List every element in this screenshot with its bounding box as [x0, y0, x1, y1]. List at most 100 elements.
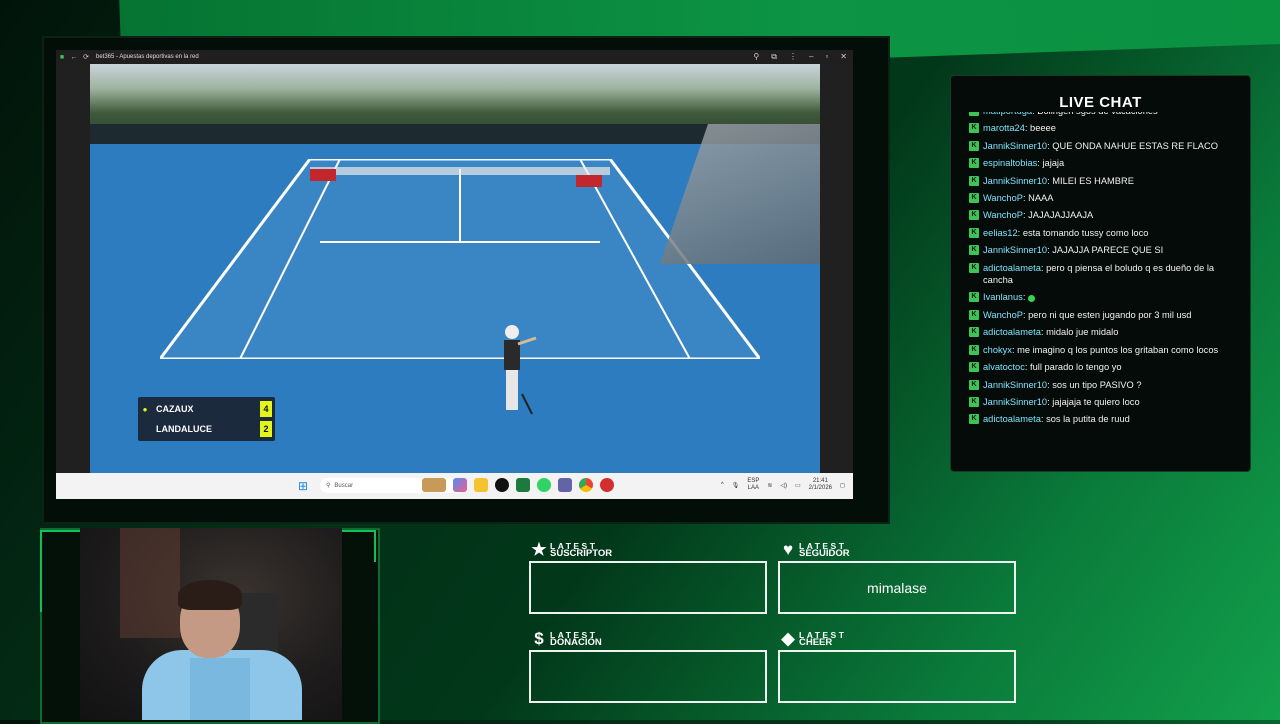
chat-message: Kadictoalameta: sos la putita de ruud	[969, 413, 1231, 425]
webcam-corner-decoration	[336, 530, 376, 562]
zoom-icon[interactable]: ⚲	[753, 52, 759, 62]
mic-icon[interactable]: 🎙	[732, 482, 740, 489]
chat-text: NAAA	[1028, 193, 1054, 204]
whatsapp-icon[interactable]	[537, 478, 551, 492]
latest-suscriptor-value	[529, 561, 767, 614]
extensions-icon[interactable]: ⧉	[771, 52, 777, 62]
back-icon[interactable]: ←	[68, 54, 80, 61]
kick-badge-icon: K	[969, 227, 979, 238]
menu-icon[interactable]: ⋮	[789, 52, 797, 62]
chat-text: esta tomando tussy como loco	[1022, 227, 1149, 238]
chat-username[interactable]: JannikSinner10	[983, 245, 1047, 255]
chat-username[interactable]: espinaltobias	[983, 158, 1037, 168]
close-button[interactable]: ✕	[840, 52, 847, 62]
scoreboard: ● CAZAUX 4 LANDALUCE 2	[138, 397, 275, 441]
chat-username[interactable]: WanchoP	[983, 193, 1023, 203]
chat-text: QUE ONDA NAHUE ESTAS RE FLACO	[1052, 140, 1218, 151]
chat-text: Bolingen sgos de vacaciones	[1037, 112, 1157, 116]
teams-icon[interactable]	[558, 478, 572, 492]
chat-text: pero ni que esten jugando por 3 mil usd	[1028, 309, 1192, 320]
chat-text: MILEI ES HAMBRE	[1052, 175, 1134, 186]
kick-badge-icon: K	[969, 175, 979, 186]
language-indicator[interactable]: ESP LAA	[747, 478, 759, 492]
chat-username[interactable]: JannikSinner10	[983, 141, 1047, 151]
taskbar-apps	[422, 478, 614, 492]
chat-message: K JannikSinner10: JAJAJJA PARECE QUE SI	[969, 244, 1231, 256]
chat-username[interactable]: chokyx	[983, 345, 1012, 355]
kick-badge-icon: K	[969, 140, 979, 151]
game-icon[interactable]	[600, 478, 614, 492]
chat-message: K JannikSinner10: QUE ONDA NAHUE ESTAS RE…	[969, 140, 1231, 152]
latest-donacion-widget: $ LATEST DONACIÓN	[529, 629, 769, 703]
chat-message: K WanchoP: NAAA	[969, 192, 1231, 204]
kick-badge-icon: K	[969, 414, 979, 425]
kick-badge-icon: K	[969, 379, 979, 390]
maximize-button[interactable]: ▫	[825, 52, 828, 62]
latest-suscriptor-widget: ★ LATEST SUSCRIPTOR	[529, 540, 769, 614]
player-score: 4	[260, 401, 272, 417]
kick-badge-icon: K	[969, 362, 979, 373]
chat-text: me imagino q los puntos los gritaban com…	[1017, 344, 1219, 355]
chat-text: beeee	[1030, 123, 1056, 134]
chat-text: sos un tipo PASIVO ?	[1052, 379, 1142, 390]
latest-donacion-value	[529, 650, 767, 703]
tiktok-icon[interactable]	[495, 478, 509, 492]
weather-widget-icon[interactable]	[422, 478, 446, 492]
chat-username[interactable]: eelias12	[983, 228, 1018, 238]
webcam-corner-decoration	[40, 530, 82, 612]
live-chat-panel: LIVE CHAT Kmatiportuga: Bolingen sgos de…	[950, 75, 1251, 472]
copilot-icon[interactable]	[453, 478, 467, 492]
chat-text: sos la putita de ruud	[1046, 414, 1130, 425]
kick-badge-icon: K	[969, 193, 979, 204]
windows-start-icon[interactable]: ⊞	[298, 479, 308, 493]
chat-username[interactable]: Ivanlanus	[983, 292, 1023, 302]
chat-username[interactable]: alvatoctoc	[983, 362, 1025, 372]
taskbar-clock[interactable]: 21:41 2/1/2026	[809, 478, 832, 492]
player-name: CAZAUX	[156, 404, 194, 414]
chevron-up-icon[interactable]: ^	[721, 482, 724, 488]
chat-message: K JannikSinner10: sos un tipo PASIVO ?	[969, 379, 1231, 391]
chat-username[interactable]: WanchoP	[983, 210, 1023, 220]
chat-text: midalo jue midalo	[1046, 327, 1119, 338]
chat-username[interactable]: WanchoP	[983, 310, 1023, 320]
file-explorer-icon[interactable]	[474, 478, 488, 492]
battery-icon[interactable]: ▭	[795, 482, 801, 489]
chat-message: Keelias12: esta tomando tussy como loco	[969, 227, 1231, 239]
notification-icon[interactable]: ◻	[840, 482, 845, 489]
browser-titlebar: ■ ← ⟳ bet365 - Apuestas deportivas en la…	[56, 50, 853, 64]
reload-icon[interactable]: ⟳	[80, 53, 92, 61]
chat-message: Kadictoalameta: midalo jue midalo	[969, 326, 1231, 338]
chat-text: JAJAJJA PARECE QUE SI	[1052, 245, 1164, 256]
heart-icon: ♥	[782, 540, 794, 559]
search-placeholder: Buscar	[334, 482, 354, 489]
chrome-icon[interactable]	[579, 478, 593, 492]
chat-username[interactable]: adictoalameta	[983, 414, 1041, 424]
chat-text: jajajaja te quiero loco	[1052, 396, 1140, 407]
chat-username[interactable]: JannikSinner10	[983, 397, 1047, 407]
browser-window: ■ ← ⟳ bet365 - Apuestas deportivas en la…	[56, 50, 853, 499]
chat-username[interactable]: marotta24	[983, 123, 1025, 133]
chat-username[interactable]: JannikSinner10	[983, 176, 1047, 186]
wifi-icon[interactable]: ≋	[767, 482, 772, 489]
chat-message-list[interactable]: Kmatiportuga: Bolingen sgos de vacacione…	[969, 112, 1231, 450]
chat-message: Kespinaltobias: jajaja	[969, 157, 1231, 169]
excel-icon[interactable]	[516, 478, 530, 492]
volume-icon[interactable]: ◁)	[780, 482, 787, 489]
kick-badge-icon: K	[969, 262, 979, 273]
chat-username[interactable]: matiportuga	[983, 112, 1032, 116]
minimize-button[interactable]: –	[809, 52, 813, 62]
chat-username[interactable]: JannikSinner10	[983, 380, 1047, 390]
browser-title: bet365 - Apuestas deportivas en la red	[96, 54, 199, 60]
kick-badge-icon: K	[969, 396, 979, 407]
app-icon: ■	[59, 53, 65, 61]
player-score: 2	[260, 421, 272, 437]
kick-badge-icon: K	[969, 327, 979, 338]
live-chat-title: LIVE CHAT	[1059, 94, 1142, 111]
chat-username[interactable]: adictoalameta	[983, 327, 1041, 337]
chat-message: Kadictoalameta: pero q piensa el boludo …	[969, 262, 1231, 287]
player-name: LANDALUCE	[156, 424, 212, 434]
kick-badge-icon: K	[969, 112, 979, 116]
tennis-video[interactable]: ● CAZAUX 4 LANDALUCE 2	[90, 64, 820, 473]
chat-username[interactable]: adictoalameta	[983, 263, 1041, 273]
kick-badge-icon: K	[969, 292, 979, 303]
